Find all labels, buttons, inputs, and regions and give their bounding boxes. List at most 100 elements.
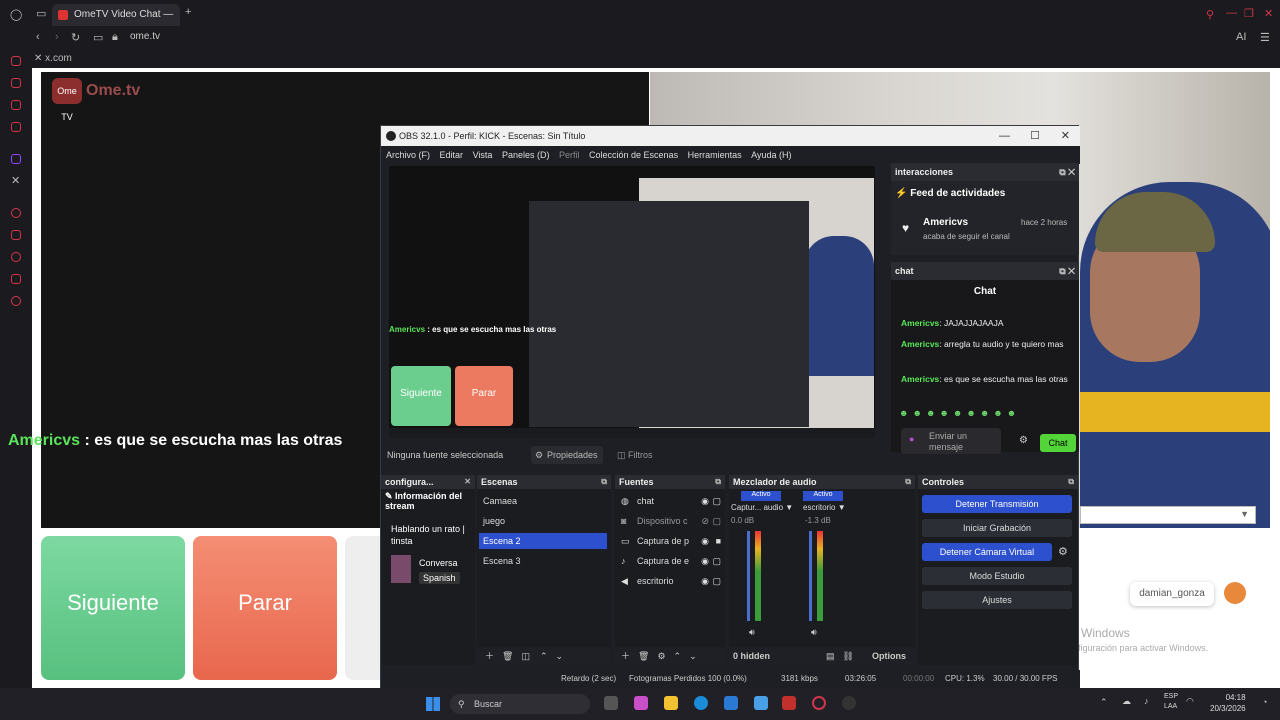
trash-icon[interactable]: 🗑︎: [502, 651, 513, 661]
country-select[interactable]: ▼: [1080, 506, 1256, 524]
windows-start-icon[interactable]: [426, 697, 440, 711]
close-icon[interactable]: ✕: [1264, 7, 1273, 20]
trash-icon[interactable]: 🗑︎: [638, 651, 649, 661]
sidebar-music-icon[interactable]: [11, 208, 21, 218]
filter-icon[interactable]: ◫: [521, 651, 530, 661]
next-button[interactable]: Siguiente: [41, 536, 185, 680]
stop-virtual-camera-button[interactable]: Detener Cámara Virtual: [922, 543, 1052, 561]
emote-bar[interactable]: ☻☻☻☻☻☻☻☻☻: [899, 408, 1074, 424]
scene-item[interactable]: juego: [479, 513, 607, 529]
close-icon[interactable]: ⧉ ✕: [1059, 163, 1075, 181]
menu-ayuda[interactable]: Ayuda (H): [751, 146, 791, 164]
user-avatar[interactable]: [1224, 582, 1246, 604]
obs-minimize-icon[interactable]: —: [999, 126, 1010, 146]
reload-icon[interactable]: ↻: [71, 31, 80, 44]
source-item[interactable]: ◙ Dispositivo c ⊘ ▢: [617, 513, 723, 529]
taskbar-clock[interactable]: 04:18 20/3/2026: [1210, 692, 1246, 714]
sidebar-instagram-icon[interactable]: [11, 122, 21, 132]
sidebar-history-icon[interactable]: [11, 252, 21, 262]
camera-icon[interactable]: ▭: [93, 31, 103, 44]
obs-taskbar-icon[interactable]: [842, 696, 856, 710]
sidebar-settings-icon[interactable]: [11, 296, 21, 306]
source-item[interactable]: ♪ Captura de e ◉ ▢: [617, 553, 723, 569]
extra-button[interactable]: [345, 536, 381, 680]
settings-button[interactable]: Ajustes: [922, 591, 1072, 609]
tray-chevron-icon[interactable]: ⌃: [1100, 697, 1108, 708]
chat-send-button[interactable]: Chat: [1040, 434, 1076, 452]
language-indicator[interactable]: ESP LAA: [1164, 692, 1178, 712]
chat-settings-icon[interactable]: ⚙: [1019, 435, 1028, 446]
taskbar-search[interactable]: ⚲ Buscar: [450, 694, 590, 714]
stream-info-label[interactable]: ✎ Información del stream: [385, 491, 469, 511]
filters-button[interactable]: ◫ Filtros: [613, 446, 663, 464]
sidebar-chat-icon[interactable]: [11, 78, 21, 88]
scene-item[interactable]: Camaea: [479, 493, 607, 509]
file-explorer-icon[interactable]: [664, 696, 678, 710]
studio-mode-button[interactable]: Modo Estudio: [922, 567, 1072, 585]
ometv-logo[interactable]: Ome TV Ome.tv: [52, 78, 140, 122]
sidebar-x-icon[interactable]: ✕: [11, 174, 20, 187]
source-item[interactable]: ◀ escritorio ◉ ▢: [617, 573, 723, 589]
eye-icon[interactable]: ◉: [701, 573, 709, 589]
popout-icon[interactable]: ⧉: [1068, 475, 1074, 489]
close-icon[interactable]: ✕: [464, 475, 471, 489]
start-recording-button[interactable]: Iniciar Grabación: [922, 519, 1072, 537]
tray-mic-icon[interactable]: ♪: [1144, 696, 1149, 706]
eye-hidden-icon[interactable]: ⊘: [701, 513, 709, 529]
menu-perfil[interactable]: Perfil: [559, 146, 580, 164]
menu-paneles[interactable]: Paneles (D): [502, 146, 550, 164]
url-text[interactable]: ome.tv: [130, 31, 160, 42]
menu-archivo[interactable]: Archivo (F): [386, 146, 430, 164]
settings-app-icon[interactable]: [754, 696, 768, 710]
menu-icon[interactable]: ☰: [1260, 31, 1270, 44]
menu-vista[interactable]: Vista: [473, 146, 493, 164]
source-item[interactable]: ▭ Captura de p ◉ ■: [617, 533, 723, 549]
user-tag[interactable]: damian_gonza: [1130, 582, 1214, 606]
forward-icon[interactable]: ›: [55, 31, 59, 43]
ai-icon[interactable]: AI: [1236, 31, 1246, 43]
app-red-icon[interactable]: [782, 696, 796, 710]
add-icon[interactable]: ＋: [621, 651, 630, 661]
workspaces-icon[interactable]: ▭: [36, 7, 46, 20]
virtual-camera-gear-icon[interactable]: ⚙: [1058, 545, 1068, 558]
tab-ometv[interactable]: OmeTV Video Chat —: [52, 4, 180, 26]
opera-taskbar-icon[interactable]: [812, 696, 826, 710]
close-icon[interactable]: ⧉ ✕: [1059, 262, 1075, 280]
back-icon[interactable]: ‹: [36, 31, 40, 43]
taskview-icon[interactable]: [604, 696, 618, 710]
mixer-layout-icon[interactable]: ▤: [826, 651, 835, 661]
mixer-ch2-name[interactable]: escritorio ▼: [803, 503, 863, 512]
store-icon[interactable]: [724, 696, 738, 710]
sidebar-aria-icon[interactable]: [11, 56, 21, 66]
gear-icon[interactable]: ⚙: [657, 651, 665, 661]
eye-icon[interactable]: ◉: [701, 493, 709, 509]
up-icon[interactable]: ⌃: [540, 651, 548, 661]
edge-icon[interactable]: [694, 696, 708, 710]
notification-icon[interactable]: ◔: [1262, 697, 1267, 707]
stop-streaming-button[interactable]: Detener Transmisión: [922, 495, 1072, 513]
mixer-ch2-mute-icon[interactable]: 🔊︎: [811, 627, 817, 638]
lock-icon[interactable]: ■: [716, 533, 721, 549]
copilot-icon[interactable]: [634, 696, 648, 710]
properties-button[interactable]: ⚙ Propiedades: [531, 446, 603, 464]
lock-icon[interactable]: ▢: [712, 573, 721, 589]
source-item[interactable]: ◍ chat ◉ ▢: [617, 493, 723, 509]
search-icon[interactable]: ⚲: [1206, 8, 1214, 21]
mixer-ch1-mute-icon[interactable]: 🔊︎: [749, 627, 755, 638]
obs-maximize-icon[interactable]: ☐: [1030, 126, 1040, 146]
add-icon[interactable]: ＋: [485, 651, 494, 661]
opera-logo-icon[interactable]: ◯: [10, 8, 22, 21]
down-icon[interactable]: ⌄: [556, 651, 564, 661]
lock-icon[interactable]: ▢: [712, 493, 721, 509]
popout-icon[interactable]: ⧉: [715, 475, 721, 489]
mixer-link-icon[interactable]: ⛓: [843, 651, 854, 661]
lock-icon[interactable]: ▢: [712, 553, 721, 569]
menu-editar[interactable]: Editar: [440, 146, 464, 164]
menu-coleccion[interactable]: Colección de Escenas: [589, 146, 678, 164]
mixer-ch1-fader[interactable]: [747, 531, 750, 621]
sidebar-pin-icon[interactable]: [11, 230, 21, 240]
sidebar-box-icon[interactable]: [11, 274, 21, 284]
eye-icon[interactable]: ◉: [701, 553, 709, 569]
mixer-options-button[interactable]: Options: [872, 651, 906, 661]
stop-button[interactable]: Parar: [193, 536, 337, 680]
